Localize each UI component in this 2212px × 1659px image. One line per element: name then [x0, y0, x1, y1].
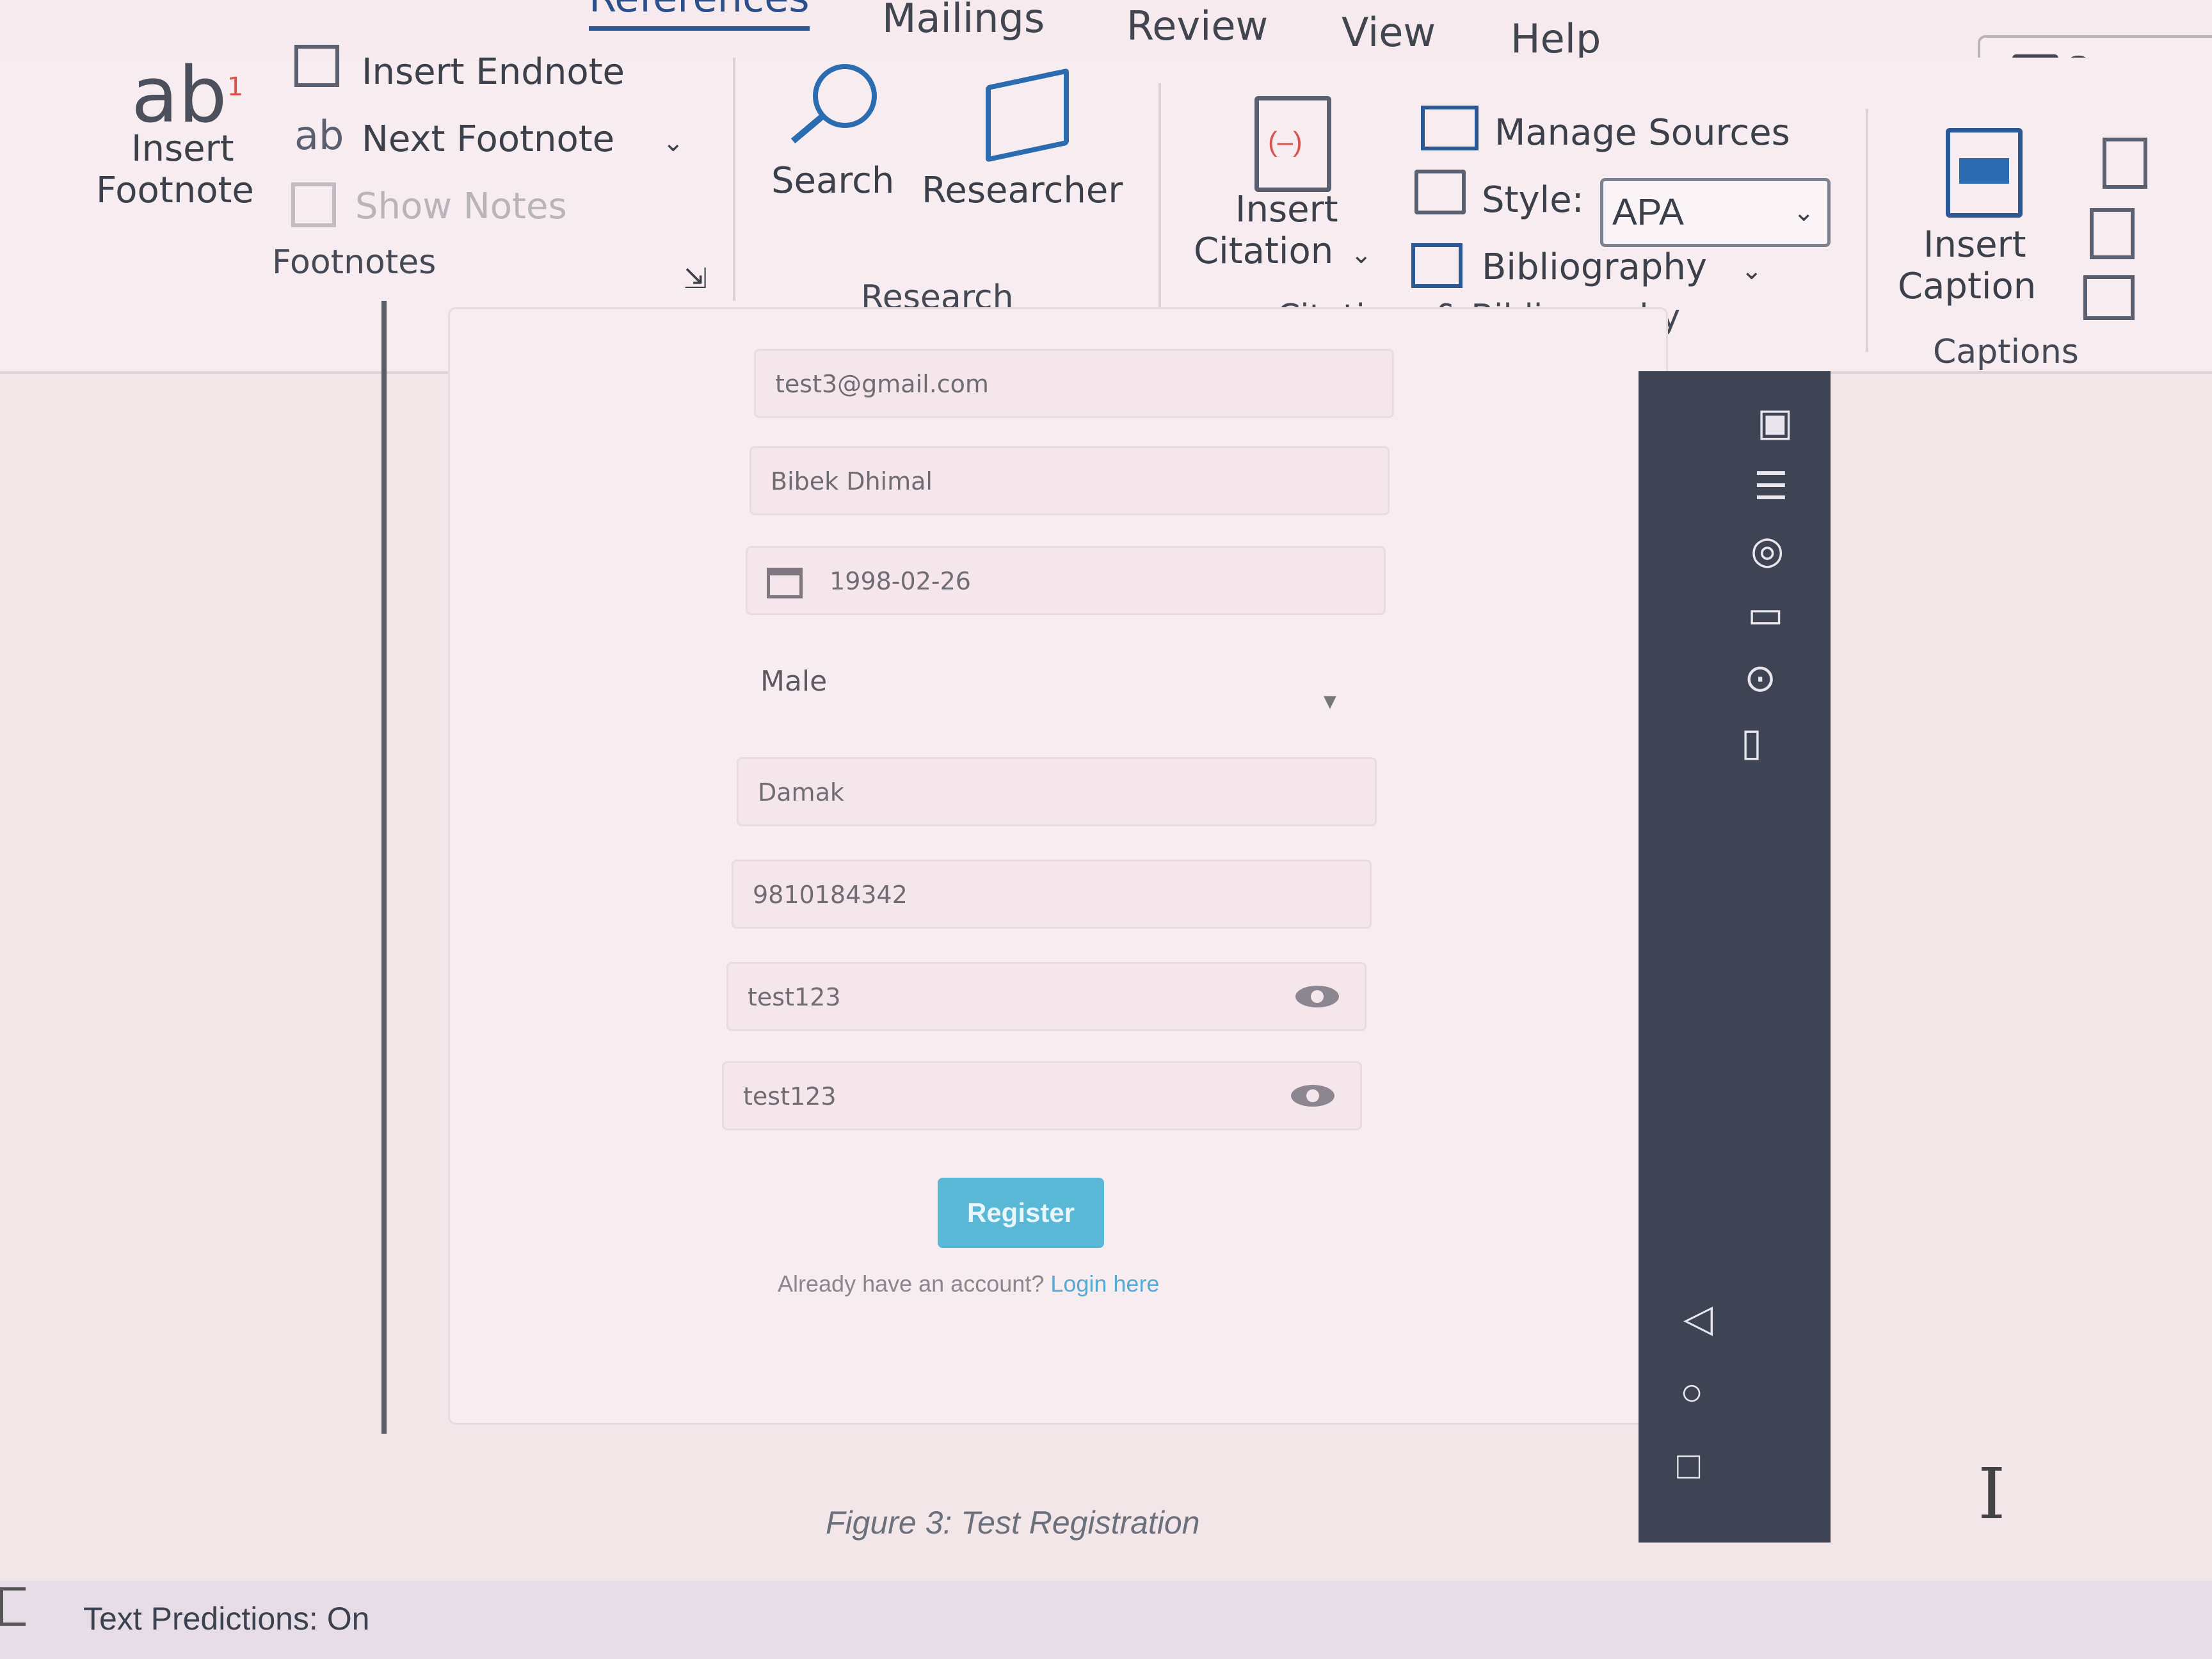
separator [1158, 83, 1161, 326]
recents-icon[interactable]: □ [1677, 1447, 1700, 1485]
update-table-icon[interactable] [2090, 208, 2135, 259]
separator [1866, 109, 1868, 352]
manage-sources-button[interactable]: Manage Sources [1495, 112, 1790, 154]
dob-value: 1998-02-26 [830, 567, 971, 595]
folder-icon[interactable]: ▭ [1747, 595, 1784, 634]
style-label: Style: [1482, 179, 1584, 221]
figure-caption: Figure 3: Test Registration [826, 1505, 1200, 1541]
researcher-button[interactable]: Researcher [922, 170, 1123, 211]
search-icon [790, 64, 883, 147]
separator [733, 58, 735, 301]
insert-citation-label-1[interactable]: Insert [1235, 189, 1338, 230]
next-footnote-button[interactable]: Next Footnote [362, 118, 614, 160]
insert-caption-label-1[interactable]: Insert [1923, 224, 2026, 266]
proofing-icon[interactable] [0, 1587, 26, 1626]
manage-sources-icon [1421, 106, 1479, 150]
login-prompt: Already have an account? Login here [778, 1270, 1159, 1297]
rotate-icon[interactable]: ◎ [1751, 531, 1784, 570]
phone-field[interactable]: 9810184342 [732, 860, 1372, 929]
footnotes-dialog-launcher[interactable]: ⇲ [684, 262, 707, 295]
phone-value: 9810184342 [753, 881, 908, 909]
insert-endnote-button[interactable]: Insert Endnote [362, 51, 625, 93]
tab-help[interactable]: Help [1511, 15, 1601, 62]
eye-icon[interactable] [1295, 986, 1339, 1007]
registration-form-screenshot: test3@gmail.com Bibek Dhimal 1998-02-26 … [448, 307, 1668, 1425]
location-icon[interactable]: ⊙ [1744, 659, 1776, 698]
emulator-side-bar: ▣ ☰ ◎ ▭ ⊙ ▯ ◁ ○ □ [1639, 371, 1831, 1543]
citation-style-value: APA [1612, 191, 1684, 233]
insert-caption-label-2[interactable]: Caption [1898, 266, 2036, 307]
email-field[interactable]: test3@gmail.com [754, 349, 1394, 418]
footnotes-group-label: Footnotes [272, 243, 437, 282]
citation-style-select[interactable]: APA ⌄ [1600, 178, 1831, 247]
footnote-icon: ab1 [131, 51, 244, 140]
text-predictions-status[interactable]: Text Predictions: On [83, 1600, 369, 1637]
tab-mailings[interactable]: Mailings [882, 0, 1045, 42]
insert-table-of-figures-icon[interactable] [2103, 138, 2147, 189]
address-value: Damak [758, 778, 844, 806]
bibliography-button[interactable]: Bibliography [1482, 246, 1707, 288]
register-button[interactable]: Register [938, 1178, 1104, 1248]
insert-citation-icon: (–) [1254, 96, 1331, 192]
gender-select[interactable]: Male ▾ [741, 648, 1381, 717]
chevron-down-icon: ⌄ [1793, 198, 1815, 227]
endnote-icon [294, 45, 339, 87]
confirm-password-field[interactable]: test123 [722, 1061, 1362, 1130]
insert-footnote-label-2[interactable]: Footnote [96, 170, 254, 211]
page-margin-line [381, 301, 387, 1434]
cross-reference-icon[interactable] [2083, 275, 2135, 320]
tab-view[interactable]: View [1342, 9, 1436, 56]
home-icon[interactable]: ○ [1680, 1373, 1703, 1411]
menu-icon[interactable]: ☰ [1754, 467, 1788, 506]
eye-icon[interactable] [1291, 1085, 1334, 1107]
device-icon[interactable]: ▯ [1741, 723, 1762, 762]
text-cursor-icon: I [1978, 1453, 2006, 1535]
show-notes-icon [291, 182, 336, 227]
login-link[interactable]: Login here [1050, 1270, 1159, 1297]
tab-references[interactable]: References [589, 0, 810, 31]
insert-citation-label-2[interactable]: Citation [1194, 230, 1333, 272]
captions-group-label: Captions [1933, 333, 2079, 371]
password-value: test123 [748, 983, 841, 1011]
login-prompt-text: Already have an account? [778, 1270, 1045, 1297]
back-icon[interactable]: ◁ [1683, 1299, 1713, 1338]
name-value: Bibek Dhimal [771, 467, 933, 495]
insert-caption-icon [1946, 128, 2023, 218]
show-notes-button: Show Notes [355, 186, 567, 227]
style-icon [1415, 170, 1466, 214]
chevron-down-icon: ▾ [1323, 686, 1336, 716]
next-footnote-dropdown[interactable]: ⌄ [662, 128, 684, 157]
calendar-icon [767, 567, 803, 598]
screen-mirror-icon[interactable]: ▣ [1757, 403, 1793, 442]
insert-footnote-label-1[interactable]: Insert [131, 128, 234, 170]
dob-field[interactable]: 1998-02-26 [746, 546, 1386, 615]
confirm-password-value: test123 [743, 1082, 837, 1110]
bibliography-dropdown[interactable]: ⌄ [1741, 256, 1763, 285]
email-value: test3@gmail.com [775, 370, 989, 398]
password-field[interactable]: test123 [726, 962, 1366, 1031]
bibliography-icon [1411, 243, 1463, 288]
gender-value: Male [760, 665, 828, 698]
address-field[interactable]: Damak [737, 757, 1377, 826]
researcher-icon [986, 68, 1069, 163]
tab-review[interactable]: Review [1126, 3, 1268, 49]
name-field[interactable]: Bibek Dhimal [749, 446, 1390, 515]
search-button[interactable]: Search [771, 160, 894, 202]
next-footnote-icon: ab [294, 112, 344, 159]
insert-citation-dropdown[interactable]: ⌄ [1350, 240, 1372, 269]
